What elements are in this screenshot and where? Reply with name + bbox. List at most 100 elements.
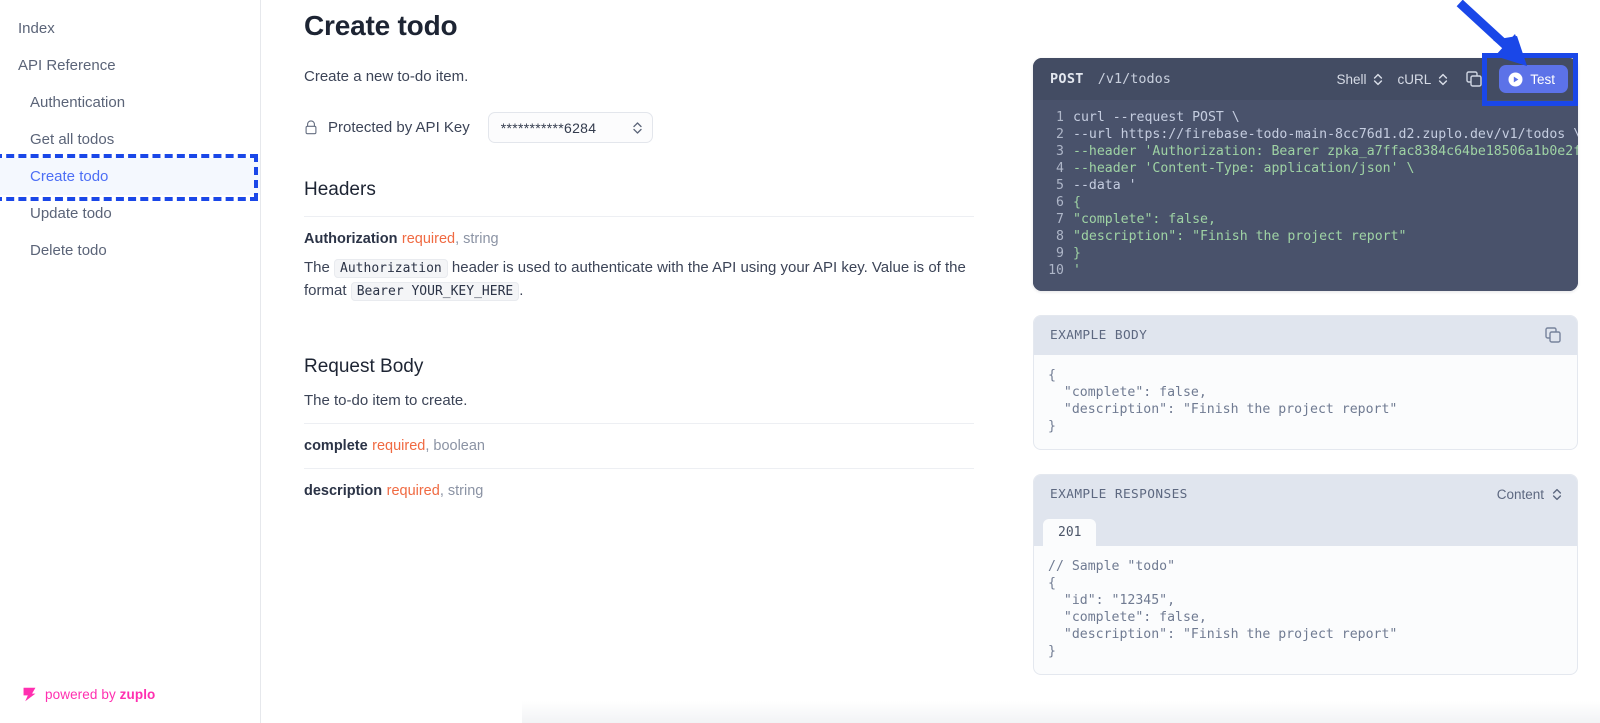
code-line: 2 --url https://firebase-todo-main-8cc76…	[1033, 126, 1578, 143]
sidebar: Index API Reference Authentication Get a…	[0, 0, 261, 723]
request-body-description: The to-do item to create.	[304, 392, 974, 409]
line-text: --url https://firebase-todo-main-8cc76d1…	[1073, 126, 1578, 143]
request-code-card: POST /v1/todos Shell cURL	[1033, 58, 1578, 291]
param-authorization-description: The Authorization header is used to auth…	[304, 256, 974, 303]
headers-heading: Headers	[304, 179, 974, 201]
chevron-up-down-icon	[1438, 72, 1448, 87]
code-line: 6{	[1033, 194, 1578, 211]
client-select[interactable]: cURL	[1397, 72, 1448, 87]
code-line: 5 --data '	[1033, 177, 1578, 194]
param-type: , boolean	[425, 438, 485, 454]
inline-code-authorization: Authorization	[334, 259, 448, 278]
sidebar-item-authentication[interactable]: Authentication	[0, 84, 260, 121]
page-title: Create todo	[304, 10, 974, 42]
code-column: POST /v1/todos Shell cURL	[974, 0, 1600, 723]
chevron-up-down-icon	[1552, 487, 1562, 502]
line-number: 10	[1033, 262, 1073, 279]
sidebar-nav: Index API Reference Authentication Get a…	[0, 0, 260, 269]
param-required-badge: required	[372, 438, 425, 454]
chevron-up-down-icon	[1373, 72, 1383, 87]
sidebar-item-index[interactable]: Index	[0, 10, 260, 47]
desc-part-3: .	[519, 282, 523, 299]
example-body-title: EXAMPLE BODY	[1050, 328, 1545, 343]
doc-column: Create todo Create a new to-do item. Pro…	[261, 0, 974, 723]
line-number: 3	[1033, 143, 1073, 160]
inline-code-bearer: Bearer YOUR_KEY_HERE	[351, 282, 520, 301]
line-text: curl --request POST \	[1073, 109, 1240, 126]
code-line: 10'	[1033, 262, 1578, 279]
example-responses-title: EXAMPLE RESPONSES	[1050, 487, 1497, 502]
line-number: 7	[1033, 211, 1073, 228]
code-line: 9}	[1033, 245, 1578, 262]
lock-icon	[304, 120, 318, 135]
http-method: POST	[1050, 71, 1084, 87]
line-number: 5	[1033, 177, 1073, 194]
play-icon	[1508, 72, 1523, 87]
endpoint-path: /v1/todos	[1098, 71, 1323, 87]
sidebar-item-delete-todo[interactable]: Delete todo	[0, 232, 260, 269]
api-key-row: Protected by API Key ***********6284	[304, 112, 974, 143]
zuplo-logo-icon	[21, 686, 38, 703]
line-text: --data '	[1073, 177, 1137, 194]
sidebar-item-api-reference[interactable]: API Reference	[0, 47, 260, 84]
powered-by-text: powered by zuplo	[45, 687, 155, 702]
request-code-body: 1curl --request POST \ 2 --url https://f…	[1033, 100, 1578, 291]
line-number: 1	[1033, 109, 1073, 126]
example-body-code: { "complete": false, "description": "Fin…	[1034, 355, 1577, 449]
response-tab-201[interactable]: 201	[1043, 519, 1096, 546]
api-key-value: ***********6284	[501, 120, 597, 136]
line-text: {	[1073, 194, 1081, 211]
code-line: 1curl --request POST \	[1033, 109, 1578, 126]
code-line: 4 --header 'Content-Type: application/js…	[1033, 160, 1578, 177]
powered-by-zuplo[interactable]: powered by zuplo	[21, 686, 155, 703]
example-responses-card: EXAMPLE RESPONSES Content 201 // Sample …	[1033, 474, 1578, 675]
line-number: 2	[1033, 126, 1073, 143]
test-button[interactable]: Test	[1499, 65, 1568, 93]
sidebar-item-get-all-todos[interactable]: Get all todos	[0, 121, 260, 158]
desc-part-1: The	[304, 259, 334, 276]
content-select-value: Content	[1497, 487, 1544, 502]
line-text: --header 'Authorization: Bearer zpka_a7f…	[1073, 143, 1578, 160]
line-text: "description": "Finish the project repor…	[1073, 228, 1406, 245]
line-text: --header 'Content-Type: application/json…	[1073, 160, 1414, 177]
param-authorization-signature: Authorization required, string	[304, 230, 974, 248]
example-body-card: EXAMPLE BODY { "complete": false, "descr…	[1033, 315, 1578, 450]
line-text: }	[1073, 245, 1081, 262]
param-required-badge: required	[387, 483, 440, 499]
sidebar-item-create-todo[interactable]: Create todo	[0, 158, 260, 195]
main-content: Create todo Create a new to-do item. Pro…	[261, 0, 1600, 723]
line-text: "complete": false,	[1073, 211, 1216, 228]
api-key-label: Protected by API Key	[328, 119, 470, 136]
param-name: Authorization	[304, 231, 397, 247]
line-number: 6	[1033, 194, 1073, 211]
line-number: 4	[1033, 160, 1073, 177]
example-responses-header: EXAMPLE RESPONSES Content	[1034, 475, 1577, 514]
copy-icon[interactable]	[1466, 71, 1483, 88]
chevron-up-down-icon	[632, 120, 643, 136]
param-description: description required, string	[304, 469, 974, 513]
param-name: complete	[304, 438, 368, 454]
sidebar-item-update-todo[interactable]: Update todo	[0, 195, 260, 232]
param-required-badge: required	[402, 231, 455, 247]
param-name: description	[304, 483, 382, 499]
example-body-header: EXAMPLE BODY	[1034, 316, 1577, 355]
example-responses-code: // Sample "todo" { "id": "12345", "compl…	[1034, 546, 1577, 674]
param-type: , string	[455, 231, 499, 247]
code-card-header: POST /v1/todos Shell cURL	[1033, 58, 1578, 100]
line-text: '	[1073, 262, 1081, 279]
copy-icon[interactable]	[1545, 327, 1562, 344]
client-select-value: cURL	[1397, 72, 1431, 87]
page-description: Create a new to-do item.	[304, 68, 974, 85]
code-line: 3 --header 'Authorization: Bearer zpka_a…	[1033, 143, 1578, 160]
language-select[interactable]: Shell	[1336, 72, 1383, 87]
request-body-heading: Request Body	[304, 356, 974, 378]
language-select-value: Shell	[1336, 72, 1366, 87]
response-status-tabs: 201	[1034, 514, 1577, 546]
code-line: 8 "description": "Finish the project rep…	[1033, 228, 1578, 245]
code-line: 7 "complete": false,	[1033, 211, 1578, 228]
api-key-select[interactable]: ***********6284	[488, 112, 653, 143]
content-select[interactable]: Content	[1497, 487, 1562, 502]
line-number: 8	[1033, 228, 1073, 245]
param-complete: complete required, boolean	[304, 424, 974, 469]
param-authorization: Authorization required, string The Autho…	[304, 217, 974, 316]
